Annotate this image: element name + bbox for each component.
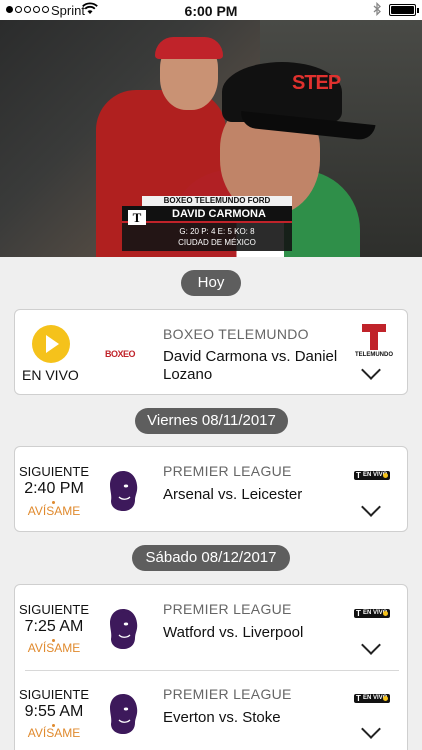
date-header-saturday: Sábado 08/12/2017	[132, 545, 290, 571]
event-match: Everton vs. Stoke	[163, 709, 281, 726]
chevron-down-icon[interactable]	[361, 719, 381, 739]
battery-icon	[389, 4, 419, 16]
event-match: Arsenal vs. Leicester	[163, 486, 303, 503]
clock: 6:00 PM	[184, 3, 238, 19]
event-league: PREMIER LEAGUE	[163, 601, 292, 617]
bluetooth-icon	[373, 1, 382, 19]
live-label: EN VIVO	[22, 367, 79, 383]
next-label: SIGUIENTE	[18, 602, 90, 617]
telemundo-logo: T	[128, 210, 146, 225]
premier-league-lion-icon	[110, 694, 138, 734]
network-name: TELEMUNDO	[355, 352, 393, 358]
cap-text: STEP	[292, 72, 341, 94]
event-match: Watford vs. Liverpool	[163, 624, 304, 641]
envivo-badge: T EN VIVO	[354, 471, 390, 480]
event-card-live[interactable]: EN VIVO BOXEO BOXEO TELEMUNDO David Carm…	[14, 309, 408, 395]
event-card[interactable]: SIGUIENTE 2:40 PM AVÍSAME PREMIER LEAGUE…	[14, 446, 408, 532]
event-card-group: SIGUIENTE 7:25 AM AVÍSAME PREMIER LEAGUE…	[14, 584, 408, 750]
event-time: 7:25 AM	[24, 618, 84, 635]
event-row[interactable]: SIGUIENTE 7:25 AM AVÍSAME PREMIER LEAGUE…	[15, 585, 409, 671]
premier-league-lion-icon	[110, 471, 138, 511]
event-time: 9:55 AM	[24, 703, 84, 720]
event-row[interactable]: SIGUIENTE 9:55 AM AVÍSAME PREMIER LEAGUE…	[15, 671, 409, 750]
next-label: SIGUIENTE	[18, 687, 90, 702]
remind-me-button[interactable]: AVÍSAME	[15, 726, 93, 740]
premier-league-lion-icon	[110, 609, 138, 649]
event-match: David Carmona vs. Daniel Lozano	[163, 348, 338, 383]
next-label: SIGUIENTE	[18, 464, 90, 479]
envivo-badge: T EN VIVO	[354, 694, 390, 703]
lower-third-stats: G: 20 P: 4 E: 5 KO: 8 CIUDAD DE MÉXICO	[122, 223, 292, 251]
lower-third-graphic: BOXEO TELEMUNDO FORD DAVID CARMONA G: 20…	[122, 196, 292, 251]
chevron-down-icon[interactable]	[361, 497, 381, 517]
telemundo-logo: TELEMUNDO	[354, 324, 394, 358]
video-figure	[155, 37, 223, 59]
envivo-badge: T EN VIVO	[354, 609, 390, 618]
fighter-record: G: 20 P: 4 E: 5 KO: 8	[179, 227, 255, 236]
fighter-location: CIUDAD DE MÉXICO	[178, 238, 256, 247]
date-header-today: Hoy	[181, 270, 241, 296]
video-player[interactable]: STEP BOXEO TELEMUNDO FORD DAVID CARMONA …	[0, 20, 422, 257]
chevron-down-icon[interactable]	[361, 360, 381, 380]
boxeo-logo: BOXEO	[105, 349, 136, 359]
play-circle-icon[interactable]	[32, 325, 70, 363]
lower-third-program: BOXEO TELEMUNDO FORD	[142, 196, 292, 206]
date-header-friday: Viernes 08/11/2017	[135, 408, 288, 434]
remind-me-button[interactable]: AVÍSAME	[15, 504, 93, 518]
event-league: PREMIER LEAGUE	[163, 686, 292, 702]
status-bar: Sprint 6:00 PM	[0, 0, 422, 20]
event-league: BOXEO TELEMUNDO	[163, 326, 309, 342]
chevron-down-icon[interactable]	[361, 635, 381, 655]
lower-third-name: DAVID CARMONA	[122, 206, 292, 223]
event-league: PREMIER LEAGUE	[163, 463, 292, 479]
event-time: 2:40 PM	[24, 480, 84, 497]
remind-me-button[interactable]: AVÍSAME	[15, 641, 93, 655]
